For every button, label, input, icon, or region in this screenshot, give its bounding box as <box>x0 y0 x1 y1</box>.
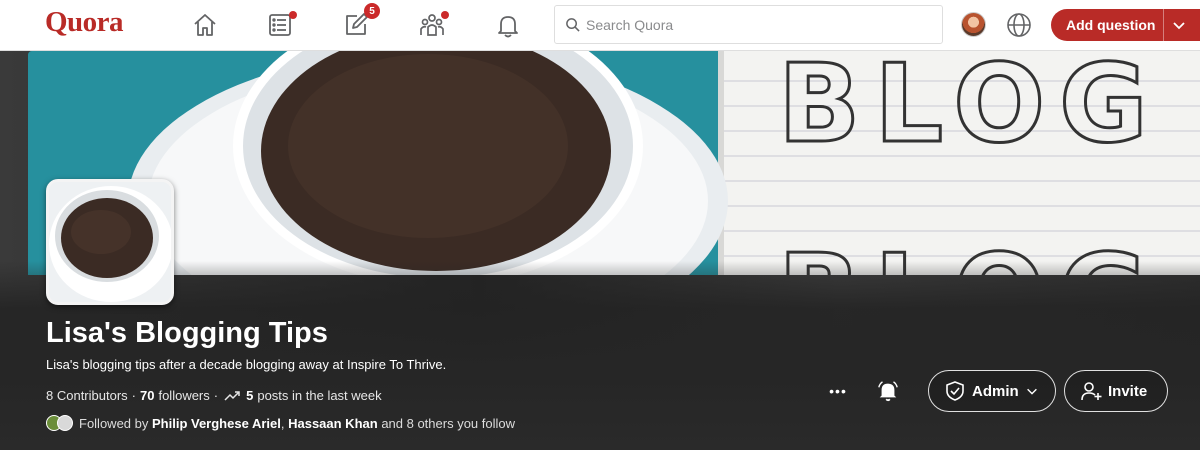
answer-icon[interactable]: 5 <box>341 3 380 40</box>
search-icon <box>566 18 580 32</box>
space-actions: ••• Admin Invite <box>818 370 1168 412</box>
add-person-icon <box>1081 382 1102 401</box>
space-stats: 8 Contributors · 70 followers · 5 posts … <box>46 388 382 403</box>
follower-avatar[interactable] <box>57 415 73 431</box>
answer-badge: 5 <box>364 3 380 19</box>
posts-count: 5 <box>246 388 254 403</box>
home-icon[interactable] <box>190 10 220 40</box>
space-thumbnail[interactable] <box>46 179 174 305</box>
space-title: Lisa's Blogging Tips <box>46 317 328 349</box>
more-options-button[interactable]: ••• <box>818 371 858 411</box>
spaces-icon[interactable] <box>417 10 449 40</box>
invite-label: Invite <box>1108 382 1148 400</box>
user-avatar[interactable] <box>961 12 986 37</box>
chevron-down-icon <box>1026 388 1037 395</box>
trending-icon <box>224 390 240 401</box>
posts-label: posts in the last week <box>257 388 382 403</box>
invite-button[interactable]: Invite <box>1064 370 1168 412</box>
chevron-down-icon[interactable] <box>1171 17 1187 33</box>
following-dot <box>289 11 297 19</box>
bell-icon <box>878 381 898 402</box>
space-description: Lisa's blogging tips after a decade blog… <box>46 357 447 372</box>
followers-count[interactable]: 70 <box>140 388 154 403</box>
cover-image: BLOG BLOG <box>28 51 1200 275</box>
followed-by-row: Followed by Philip Verghese Ariel, Hassa… <box>46 415 515 431</box>
add-question-button[interactable]: Add question <box>1051 9 1200 41</box>
cover-blog-text: BLOG <box>778 51 1162 167</box>
add-question-divider <box>1163 9 1164 41</box>
follower-name[interactable]: Philip Verghese Ariel <box>152 416 281 431</box>
top-nav-bar: Quora 5 Search Quora Add question <box>0 0 1200 51</box>
notifications-icon[interactable] <box>493 10 523 40</box>
contributors-link[interactable]: 8 Contributors <box>46 388 128 403</box>
stats-separator-2: · <box>213 388 219 403</box>
admin-button[interactable]: Admin <box>928 370 1056 412</box>
search-input[interactable] <box>586 16 926 33</box>
quora-logo[interactable]: Quora <box>45 6 124 39</box>
followed-by-prefix: Followed by <box>79 415 149 431</box>
spaces-dot <box>441 11 449 19</box>
stats-separator: · <box>131 388 136 403</box>
add-question-label: Add question <box>1066 17 1156 33</box>
space-header: BLOG BLOG Lisa's Blogging Tips Lisa's bl… <box>0 51 1200 450</box>
more-dots-icon: ••• <box>829 383 847 399</box>
search-bar[interactable] <box>554 5 943 44</box>
shield-icon <box>946 381 964 401</box>
language-globe-icon[interactable] <box>1005 11 1033 39</box>
notify-bell-button[interactable] <box>868 371 908 411</box>
follower-name[interactable]: Hassaan Khan <box>288 416 378 431</box>
followers-label[interactable]: followers <box>158 388 209 403</box>
follower-avatars <box>46 415 73 431</box>
followed-by-suffix[interactable]: and 8 others you follow <box>381 416 515 431</box>
admin-label: Admin <box>972 382 1019 400</box>
following-icon[interactable] <box>265 10 297 40</box>
